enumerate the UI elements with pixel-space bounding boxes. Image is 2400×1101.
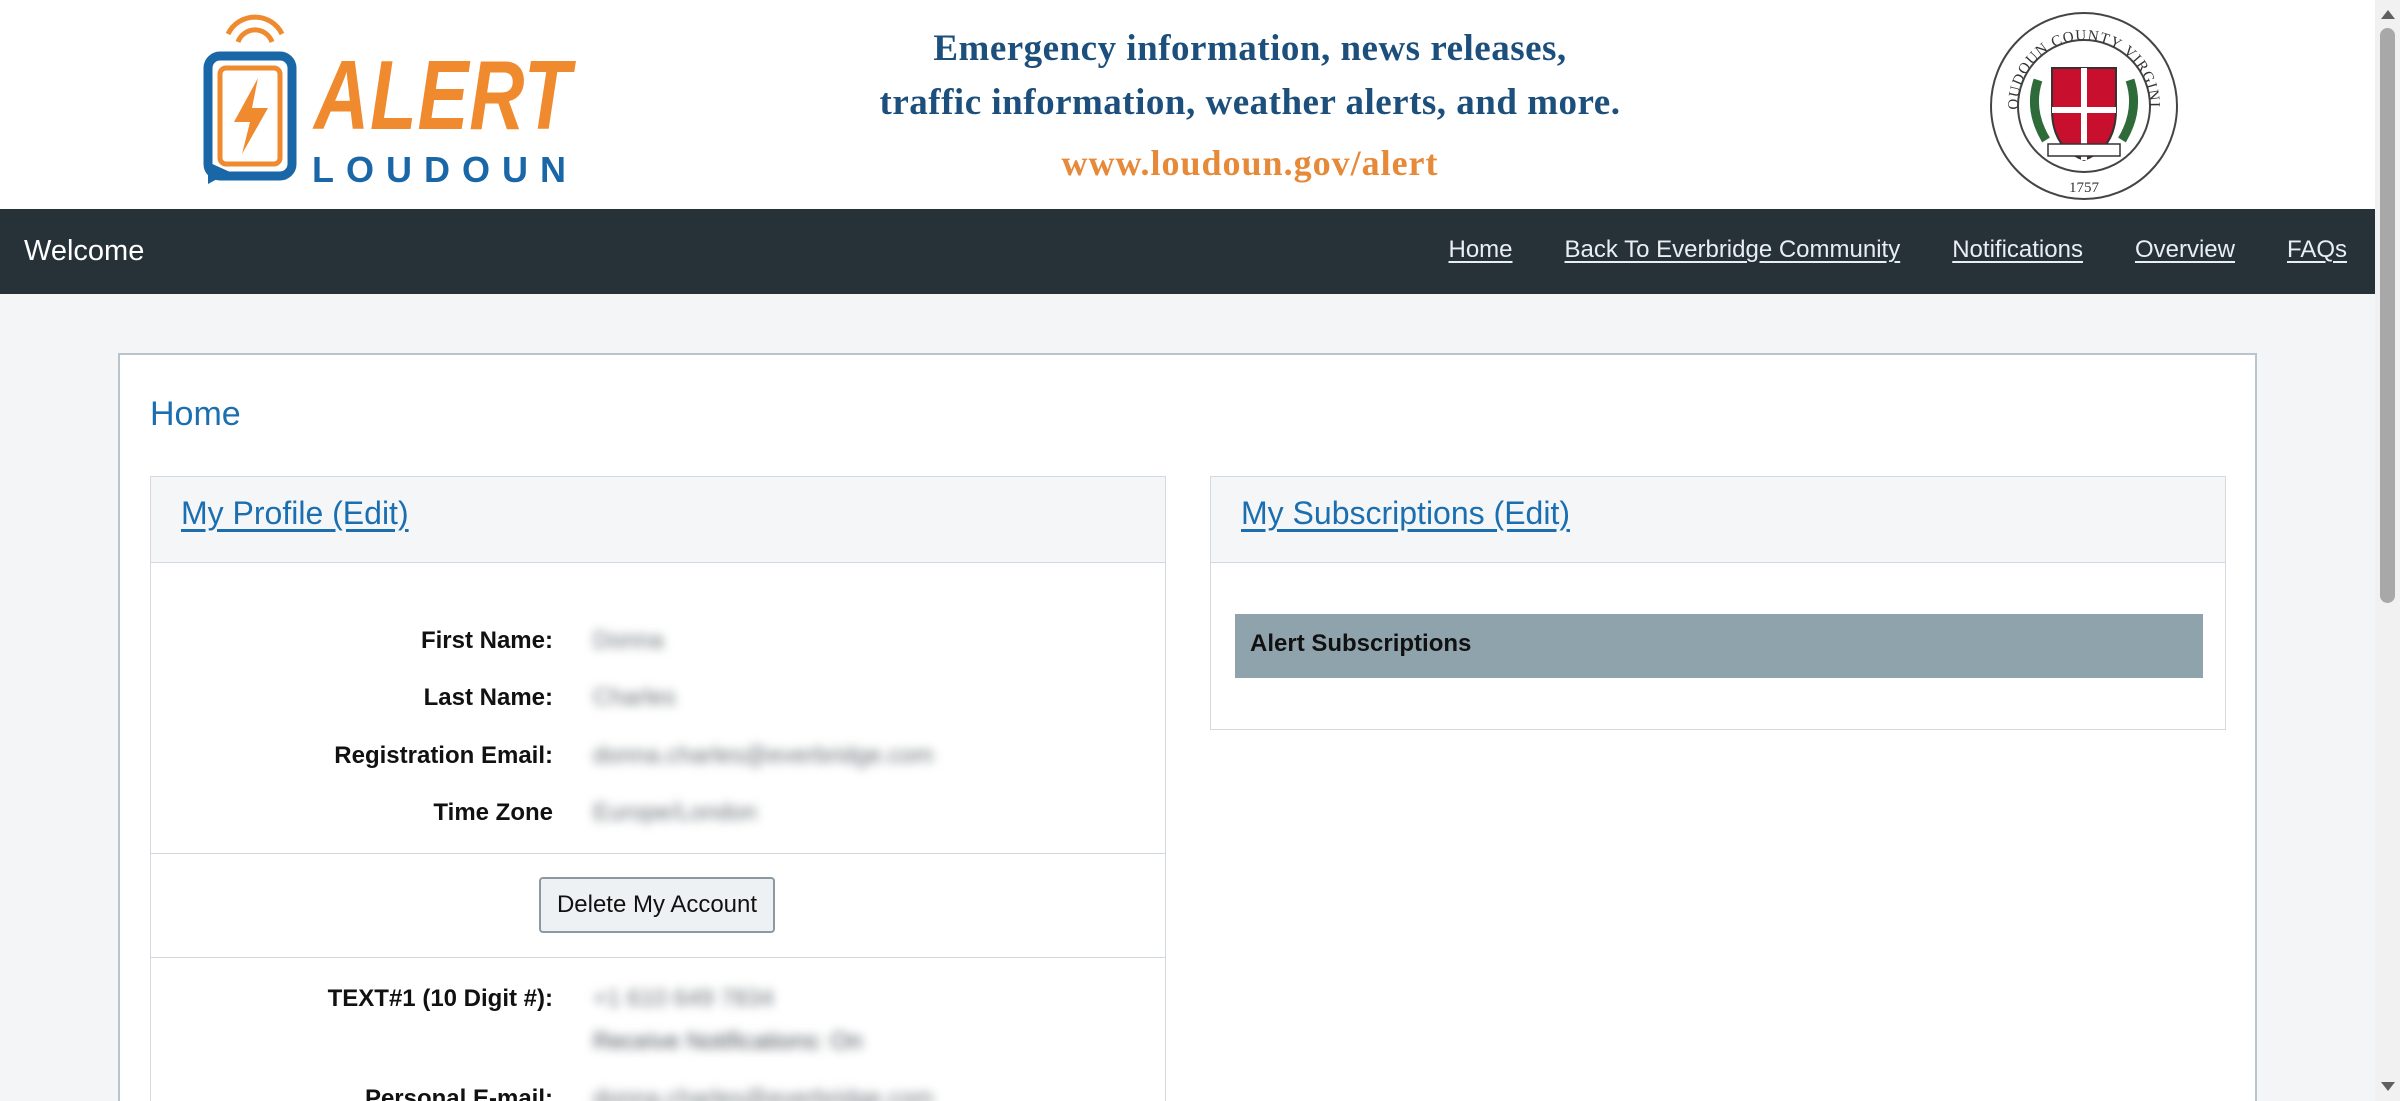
profile-row-time-zone: Time Zone Europe/London — [151, 799, 1165, 839]
first-name-label: First Name: — [420, 627, 553, 654]
page-scrollbar[interactable] — [2375, 0, 2400, 1101]
nav-links: Home Back To Everbridge Community Notifi… — [1448, 236, 2347, 264]
delete-account-button[interactable]: Delete My Account — [539, 877, 775, 933]
profile-row-first-name: First Name: Donna — [151, 627, 1165, 667]
page-title: Home — [150, 395, 241, 433]
profile-divider-2 — [151, 957, 1165, 958]
registration-email-value: donna.charles@everbridge.com — [593, 742, 934, 769]
nav-link-home[interactable]: Home — [1448, 236, 1512, 264]
profile-row-registration-email: Registration Email: donna.charles@everbr… — [151, 742, 1165, 782]
nav-link-faqs[interactable]: FAQs — [2287, 236, 2347, 264]
last-name-value: Charles — [593, 684, 676, 711]
registration-email-label: Registration Email: — [334, 742, 553, 769]
alert-url: www.loudoun.gov/alert — [1061, 143, 1439, 183]
nav-link-notifications[interactable]: Notifications — [1952, 236, 2083, 264]
first-name-value: Donna — [593, 627, 664, 654]
last-name-label: Last Name: — [423, 684, 553, 711]
edit-profile-link[interactable]: My Profile (Edit) — [181, 495, 409, 531]
alert-loudoun-logo-icon — [203, 14, 297, 184]
profile-divider-1 — [151, 853, 1165, 854]
nav-link-back-to-everbridge[interactable]: Back To Everbridge Community — [1565, 236, 1901, 264]
profile-panel: My Profile (Edit) First Name: Donna Last… — [150, 476, 1166, 1101]
subscriptions-panel-header: My Subscriptions (Edit) — [1211, 477, 2225, 563]
tagline: Emergency information, news releases, tr… — [760, 22, 1740, 130]
nav-link-overview[interactable]: Overview — [2135, 236, 2235, 264]
personal-email-label: Personal E-mail: — [364, 1085, 553, 1101]
county-seal: LOUDOUN COUNTY VIRGINIA 1757 — [1982, 0, 2180, 202]
nav-brand: Welcome — [24, 235, 145, 267]
scroll-down-arrow-icon[interactable] — [2381, 1082, 2395, 1091]
top-navigation: Welcome Home Back To Everbridge Communit… — [0, 209, 2375, 294]
page: ALERT LOUDOUN Emergency information, new… — [0, 0, 2400, 1101]
seal-year: 1757 — [2069, 180, 2100, 196]
tagline-line-1: Emergency information, news releases, — [933, 28, 1567, 69]
time-zone-value: Europe/London — [593, 799, 758, 826]
profile-panel-header: My Profile (Edit) — [151, 477, 1165, 563]
time-zone-label: Time Zone — [433, 799, 553, 826]
logo-word-alert: ALERT — [314, 40, 572, 150]
loudoun-county-seal-icon: LOUDOUN COUNTY VIRGINIA 1757 — [1982, 0, 2178, 200]
scrollbar-thumb[interactable] — [2380, 28, 2395, 603]
personal-email-value: donna.charles@everbridge.com — [593, 1085, 934, 1101]
scroll-up-arrow-icon[interactable] — [2381, 10, 2395, 19]
contact-row-text-1-status: Receive Notifications: On — [151, 1028, 1165, 1068]
text-1-notification-status: Receive Notifications: On — [593, 1028, 863, 1055]
alert-loudoun-logo[interactable]: ALERT LOUDOUN — [200, 12, 571, 192]
tagline-line-2: traffic information, weather alerts, and… — [879, 82, 1621, 123]
profile-row-last-name: Last Name: Charles — [151, 684, 1165, 724]
edit-subscriptions-link[interactable]: My Subscriptions (Edit) — [1241, 495, 1570, 531]
contact-row-text-1: TEXT#1 (10 Digit #): +1 610 649 7834 — [151, 985, 1165, 1025]
alert-subscriptions-header: Alert Subscriptions — [1235, 614, 2203, 678]
text-1-label: TEXT#1 (10 Digit #): — [327, 985, 553, 1012]
logo-word-loudoun: LOUDOUN — [312, 149, 578, 190]
text-1-value: +1 610 649 7834 — [593, 985, 774, 1012]
header-banner: ALERT LOUDOUN Emergency information, new… — [0, 0, 2375, 209]
subscriptions-panel: My Subscriptions (Edit) Alert Subscripti… — [1210, 476, 2226, 730]
contact-row-personal-email: Personal E-mail: donna.charles@everbridg… — [151, 1085, 1165, 1101]
